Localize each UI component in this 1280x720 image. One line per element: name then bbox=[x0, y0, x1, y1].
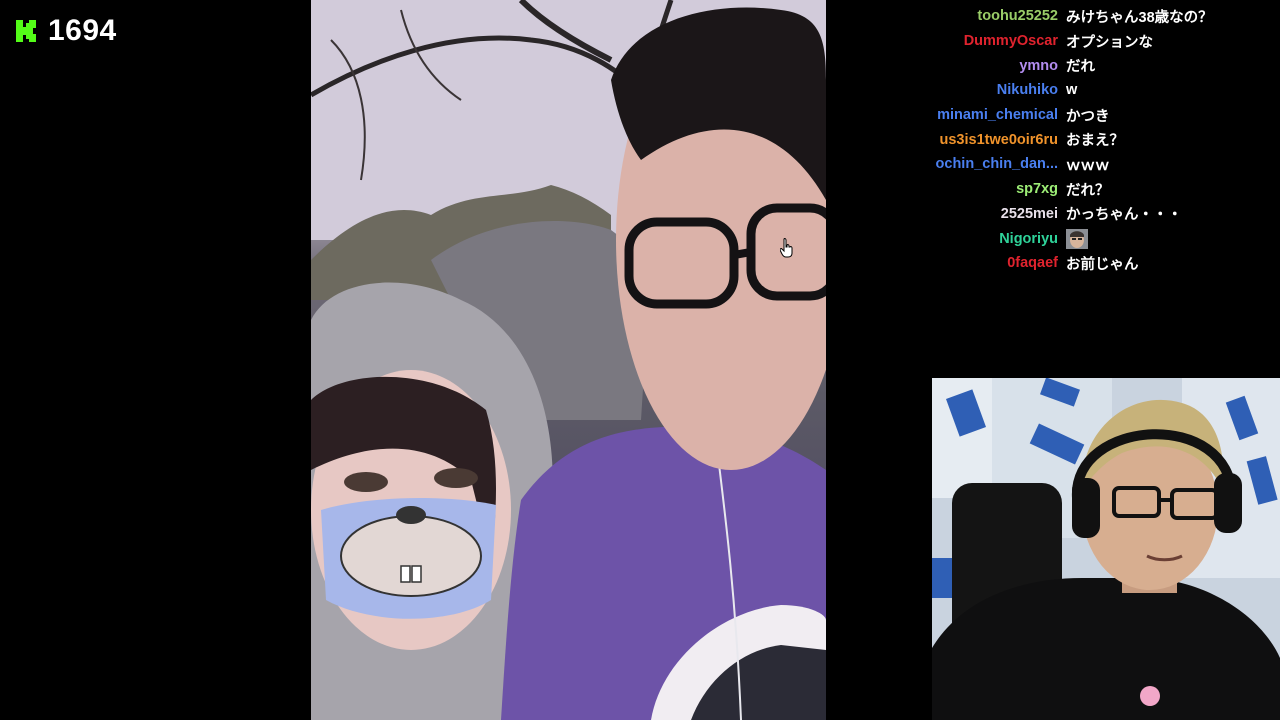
chat-text: お前じゃん bbox=[1066, 256, 1139, 273]
chat-username[interactable]: ymno bbox=[880, 58, 1066, 74]
chat-username[interactable]: minami_chemical bbox=[880, 107, 1066, 123]
chat-text: かっちゃん・・・ bbox=[1066, 207, 1182, 224]
chat-text: おまえ？ bbox=[1066, 133, 1124, 150]
chat-text bbox=[1066, 228, 1088, 249]
chat-text: ｗｗｗ bbox=[1066, 157, 1110, 174]
chat-username[interactable]: toohu25252 bbox=[880, 8, 1066, 24]
chat-username[interactable]: 0faqaef bbox=[880, 255, 1066, 271]
chat-text: w bbox=[1066, 82, 1078, 99]
streamer-webcam bbox=[932, 378, 1280, 720]
face-emote-icon bbox=[1066, 228, 1088, 249]
kick-logo-icon bbox=[14, 18, 40, 44]
chat-message: 0faqaef お前じゃん bbox=[880, 251, 1280, 276]
chat-message: Nikuhiko w bbox=[880, 78, 1280, 103]
chat-text: かつき bbox=[1066, 108, 1110, 125]
hand-cursor-icon bbox=[779, 238, 794, 258]
viewer-counter: 1694 bbox=[14, 14, 117, 48]
chat-message: sp7xg だれ？ bbox=[880, 177, 1280, 202]
chat-message: us3is1twe0oir6ru おまえ？ bbox=[880, 127, 1280, 152]
chat-message: ymno だれ bbox=[880, 53, 1280, 78]
chat-overlay: toohu25252 みけちゃん38歳なの？ DummyOscar オプションな… bbox=[880, 4, 1280, 276]
chat-username[interactable]: ochin_chin_dan... bbox=[880, 156, 1066, 172]
chat-message: minami_chemical かつき bbox=[880, 103, 1280, 128]
chat-username[interactable]: 2525mei bbox=[880, 206, 1066, 222]
viewer-count: 1694 bbox=[48, 14, 117, 47]
chat-username[interactable]: Nigoriyu bbox=[880, 231, 1066, 247]
main-video[interactable] bbox=[311, 0, 826, 720]
chat-text: オプションな bbox=[1066, 34, 1153, 51]
chat-message: ochin_chin_dan... ｗｗｗ bbox=[880, 152, 1280, 177]
chat-text: だれ？ bbox=[1066, 182, 1110, 199]
chat-message: toohu25252 みけちゃん38歳なの？ bbox=[880, 4, 1280, 29]
chat-message: DummyOscar オプションな bbox=[880, 29, 1280, 54]
chat-message: Nigoriyu bbox=[880, 226, 1280, 251]
chat-username[interactable]: Nikuhiko bbox=[880, 82, 1066, 98]
chat-message: 2525mei かっちゃん・・・ bbox=[880, 202, 1280, 227]
chat-text: だれ bbox=[1066, 59, 1095, 76]
chat-text: みけちゃん38歳なの？ bbox=[1066, 9, 1213, 26]
chat-username[interactable]: sp7xg bbox=[880, 181, 1066, 197]
chat-username[interactable]: DummyOscar bbox=[880, 33, 1066, 49]
chat-username[interactable]: us3is1twe0oir6ru bbox=[880, 132, 1066, 148]
